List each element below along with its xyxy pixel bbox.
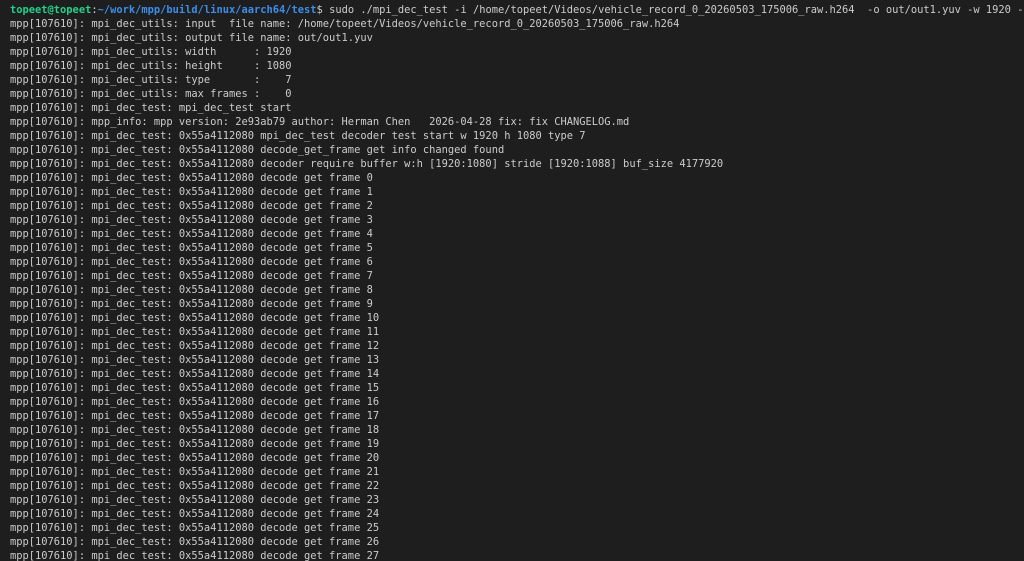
terminal-output[interactable]: topeet@topeet:~/work/mpp/build/linux/aar…	[0, 0, 1024, 561]
output-line: mpp[107610]: mpi_dec_utils: output file …	[10, 32, 373, 44]
output-line: mpp[107610]: mpi_dec_test: 0x55a4112080 …	[10, 452, 380, 464]
output-line: mpp[107610]: mpi_dec_test: 0x55a4112080 …	[10, 298, 373, 310]
output-line: mpp[107610]: mpi_dec_test: 0x55a4112080 …	[10, 312, 380, 324]
output-line: mpp[107610]: mpi_dec_test: 0x55a4112080 …	[10, 228, 373, 240]
output-line: mpp[107610]: mpi_dec_test: 0x55a4112080 …	[10, 144, 505, 156]
output-line: mpp[107610]: mpi_dec_test: 0x55a4112080 …	[10, 130, 586, 142]
output-line: mpp[107610]: mpi_dec_test: 0x55a4112080 …	[10, 480, 380, 492]
output-line: mpp[107610]: mpi_dec_utils: height : 108…	[10, 60, 292, 72]
output-line: mpp[107610]: mpi_dec_test: 0x55a4112080 …	[10, 340, 380, 352]
prompt-working-directory: ~/work/mpp/build/linux/aarch64/test	[97, 4, 317, 16]
output-line: mpp[107610]: mpi_dec_utils: width : 1920	[10, 46, 292, 58]
output-line: mpp[107610]: mpi_dec_utils: max frames :…	[10, 88, 292, 100]
output-line: mpp[107610]: mpi_dec_test: 0x55a4112080 …	[10, 494, 380, 506]
output-line: mpp[107610]: mpi_dec_test: 0x55a4112080 …	[10, 508, 380, 520]
output-line: mpp[107610]: mpi_dec_test: 0x55a4112080 …	[10, 172, 373, 184]
command-prompt-line: topeet@topeet:~/work/mpp/build/linux/aar…	[10, 3, 1024, 17]
output-line: mpp[107610]: mpi_dec_test: 0x55a4112080 …	[10, 550, 380, 561]
output-line: mpp[107610]: mpi_dec_test: 0x55a4112080 …	[10, 522, 380, 534]
output-line: mpp[107610]: mpi_dec_test: 0x55a4112080 …	[10, 466, 380, 478]
output-line: mpp[107610]: mpp_info: mpp version: 2e93…	[10, 116, 630, 128]
output-line: mpp[107610]: mpi_dec_test: 0x55a4112080 …	[10, 368, 380, 380]
output-line: mpp[107610]: mpi_dec_test: 0x55a4112080 …	[10, 536, 380, 548]
output-line: mpp[107610]: mpi_dec_test: 0x55a4112080 …	[10, 354, 380, 366]
output-line: mpp[107610]: mpi_dec_test: 0x55a4112080 …	[10, 284, 373, 296]
output-line: mpp[107610]: mpi_dec_test: 0x55a4112080 …	[10, 256, 373, 268]
output-line: mpp[107610]: mpi_dec_test: 0x55a4112080 …	[10, 438, 380, 450]
output-line: mpp[107610]: mpi_dec_test: 0x55a4112080 …	[10, 200, 373, 212]
prompt-user-host: topeet@topeet	[10, 4, 92, 16]
output-line: mpp[107610]: mpi_dec_test: 0x55a4112080 …	[10, 186, 373, 198]
output-line: mpp[107610]: mpi_dec_utils: type : 7	[10, 74, 292, 86]
output-line: mpp[107610]: mpi_dec_test: 0x55a4112080 …	[10, 270, 373, 282]
output-line: mpp[107610]: mpi_dec_test: mpi_dec_test …	[10, 102, 292, 114]
output-line: mpp[107610]: mpi_dec_test: 0x55a4112080 …	[10, 396, 380, 408]
output-line: mpp[107610]: mpi_dec_test: 0x55a4112080 …	[10, 214, 373, 226]
output-line: mpp[107610]: mpi_dec_test: 0x55a4112080 …	[10, 424, 380, 436]
output-line: mpp[107610]: mpi_dec_test: 0x55a4112080 …	[10, 326, 380, 338]
output-line: mpp[107610]: mpi_dec_test: 0x55a4112080 …	[10, 242, 373, 254]
prompt-command: sudo ./mpi_dec_test -i /home/topeet/Vide…	[322, 4, 1024, 16]
output-line: mpp[107610]: mpi_dec_test: 0x55a4112080 …	[10, 382, 380, 394]
output-line: mpp[107610]: mpi_dec_test: 0x55a4112080 …	[10, 158, 724, 170]
output-line: mpp[107610]: mpi_dec_test: 0x55a4112080 …	[10, 410, 380, 422]
output-line: mpp[107610]: mpi_dec_utils: input file n…	[10, 18, 680, 30]
